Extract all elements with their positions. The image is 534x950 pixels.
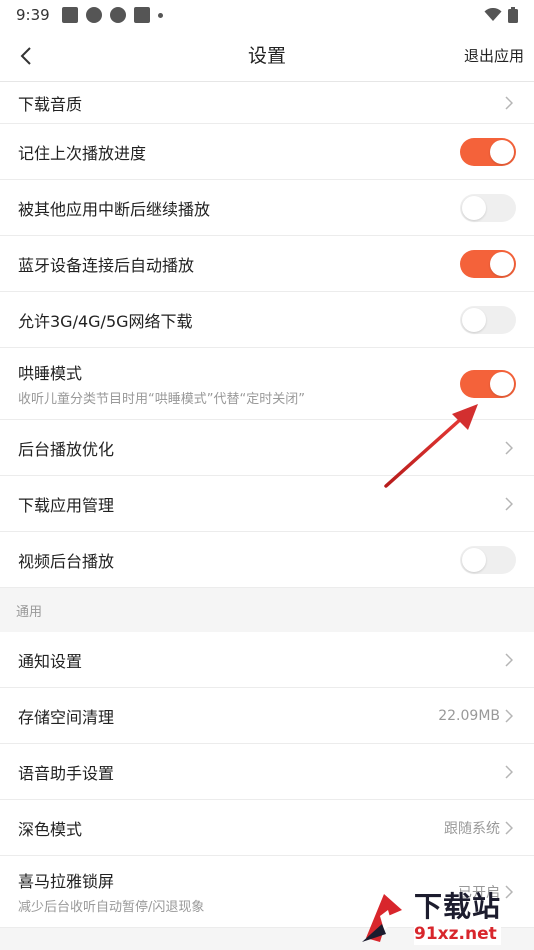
battery-icon: [508, 7, 518, 23]
setting-sleep-mode: 哄睡模式 收听儿童分类节目时用“哄睡模式”代替“定时关闭”: [0, 348, 534, 420]
row-subtitle: 收听儿童分类节目时用“哄睡模式”代替“定时关闭”: [18, 392, 305, 407]
setting-download-app-manage[interactable]: 下载应用管理: [0, 476, 534, 532]
chevron-right-icon: [502, 496, 516, 511]
mobile-network-download-toggle[interactable]: [460, 305, 516, 334]
row-label: 允许3G/4G/5G网络下载: [18, 311, 193, 331]
toggle-knob: [490, 371, 514, 396]
bluetooth-autoplay-toggle[interactable]: [460, 249, 516, 278]
row-label: 深色模式: [18, 819, 83, 839]
toggle-knob: [462, 307, 486, 332]
row-label: 视频后台播放: [18, 551, 115, 571]
toggle-knob: [490, 139, 514, 164]
dot-icon: [157, 12, 163, 18]
status-system-icons: [484, 7, 518, 23]
notification-square-icon: [61, 7, 78, 23]
back-button[interactable]: [10, 40, 42, 72]
watermark-logo: 下载站 91xz.net: [358, 888, 528, 948]
watermark-logo-icon: [358, 890, 410, 946]
chevron-left-icon: [20, 47, 31, 65]
chevron-right-icon: [502, 708, 516, 723]
app-circle-icon: [109, 7, 126, 23]
wifi-icon: [484, 8, 502, 21]
row-label: 语音助手设置: [18, 763, 115, 783]
setting-mobile-network-download: 允许3G/4G/5G网络下载: [0, 292, 534, 348]
row-label: 被其他应用中断后继续播放: [18, 199, 211, 219]
toggle-knob: [490, 251, 514, 276]
setting-storage-cleanup[interactable]: 存储空间清理 22.09MB: [0, 688, 534, 744]
chevron-right-icon: [502, 652, 516, 667]
row-label: 下载应用管理: [18, 495, 115, 515]
status-bar: 9:39: [0, 0, 534, 30]
remember-progress-toggle[interactable]: [460, 137, 516, 166]
resume-after-interrupt-toggle[interactable]: [460, 193, 516, 222]
toggle-knob: [462, 195, 486, 220]
watermark-title: 下载站: [414, 890, 502, 923]
row-label: 喜马拉雅锁屏: [18, 872, 115, 891]
exit-app-button[interactable]: 退出应用: [464, 30, 524, 82]
setting-dark-mode[interactable]: 深色模式 跟随系统: [0, 800, 534, 856]
sleep-mode-toggle[interactable]: [460, 369, 516, 398]
setting-video-background-play: 视频后台播放: [0, 532, 534, 588]
row-label: 通知设置: [18, 651, 83, 671]
storage-size-value: 22.09MB: [438, 707, 500, 724]
page-title: 设置: [247, 45, 286, 67]
row-label: 存储空间清理: [18, 707, 115, 727]
notification-square-icon: [133, 7, 150, 23]
app-circle-icon: [85, 7, 102, 23]
chevron-right-icon: [502, 95, 516, 110]
setting-background-optimization[interactable]: 后台播放优化: [0, 420, 534, 476]
setting-resume-after-interrupt: 被其他应用中断后继续播放: [0, 180, 534, 236]
row-label: 后台播放优化: [18, 439, 115, 459]
video-background-play-toggle[interactable]: [460, 545, 516, 574]
status-notification-icons: [61, 7, 163, 23]
setting-notifications[interactable]: 通知设置: [0, 632, 534, 688]
section-header-general: 通用: [0, 588, 534, 632]
watermark-url: 91xz.net: [414, 923, 502, 945]
setting-voice-assistant[interactable]: 语音助手设置: [0, 744, 534, 800]
setting-download-quality[interactable]: 下载音质: [0, 82, 534, 124]
setting-remember-progress: 记住上次播放进度: [0, 124, 534, 180]
row-label: 下载音质: [18, 94, 83, 114]
row-label: 哄睡模式: [18, 364, 83, 383]
status-time: 9:39: [16, 6, 50, 24]
row-label: 蓝牙设备连接后自动播放: [18, 255, 195, 275]
toggle-knob: [462, 547, 486, 572]
settings-list: 下载音质 记住上次播放进度 被其他应用中断后继续播放 蓝牙设备连接后自动播放 允…: [0, 82, 534, 928]
chevron-right-icon: [502, 440, 516, 455]
dark-mode-value: 跟随系统: [444, 820, 500, 837]
chevron-right-icon: [502, 820, 516, 835]
setting-bluetooth-autoplay: 蓝牙设备连接后自动播放: [0, 236, 534, 292]
row-subtitle: 减少后台收听自动暂停/闪退现象: [18, 900, 205, 915]
app-header: 设置 退出应用: [0, 30, 534, 82]
chevron-right-icon: [502, 764, 516, 779]
row-label: 记住上次播放进度: [18, 143, 147, 163]
